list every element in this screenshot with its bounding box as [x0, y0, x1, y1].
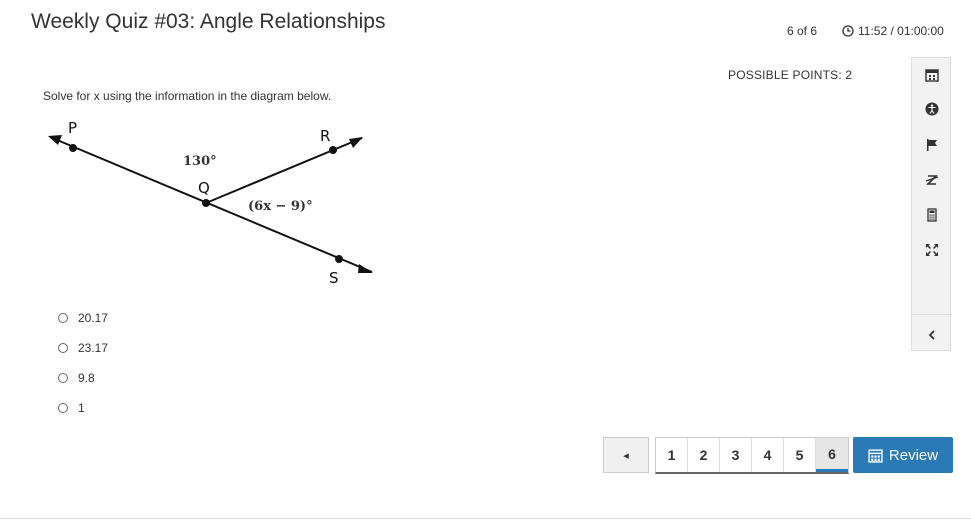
flag-tool[interactable]	[912, 128, 952, 162]
choice-1[interactable]: 20.17	[58, 303, 108, 333]
question-pager: ◂ 1 2 3 4 5 6 Review	[603, 437, 953, 474]
choice-2[interactable]: 23.17	[58, 333, 108, 363]
strikethrough-icon	[925, 175, 939, 185]
timer: 11:52 / 01:00:00	[842, 24, 944, 38]
quiz-title: Weekly Quiz #03: Angle Relationships	[31, 10, 386, 33]
angle-label-130: 130°	[183, 154, 217, 169]
label-q: Q	[198, 179, 210, 197]
radio-button[interactable]	[58, 343, 68, 353]
page-button-1[interactable]: 1	[656, 438, 688, 472]
calculator-icon	[927, 208, 937, 222]
radio-button[interactable]	[58, 373, 68, 383]
calendar-icon	[868, 448, 883, 463]
review-label: Review	[888, 446, 939, 464]
choice-label: 1	[78, 401, 85, 415]
review-button[interactable]: Review	[853, 437, 953, 473]
choice-label: 23.17	[78, 341, 109, 355]
timer-text: 11:52 / 01:00:00	[858, 24, 944, 38]
page-button-6[interactable]: 6	[816, 438, 848, 472]
question-prompt: Solve for x using the information in the…	[43, 89, 332, 103]
label-p: P	[68, 119, 77, 137]
strikethrough-tool[interactable]	[912, 162, 952, 196]
label-s: S	[329, 269, 339, 287]
accessibility-icon	[925, 102, 939, 116]
accessibility-tool[interactable]	[912, 92, 952, 126]
chevron-left-icon	[928, 330, 935, 340]
calendar-tool[interactable]	[912, 58, 952, 92]
footer-divider	[0, 518, 971, 519]
radio-button[interactable]	[58, 313, 68, 323]
answer-choices: 20.17 23.17 9.8 1	[58, 303, 108, 423]
previous-button[interactable]: ◂	[603, 437, 649, 473]
page-button-3[interactable]: 3	[720, 438, 752, 472]
page-button-5[interactable]: 5	[784, 438, 816, 472]
question-counter: 6 of 6	[787, 24, 818, 38]
radio-button[interactable]	[58, 403, 68, 413]
page-button-2[interactable]: 2	[688, 438, 720, 472]
angle-diagram: P R Q S 130° (6x − 9)°	[48, 119, 373, 287]
choice-label: 20.17	[78, 311, 109, 325]
angle-label-expression: (6x − 9)°	[248, 199, 313, 214]
side-toolbar	[911, 57, 952, 352]
clock-icon	[842, 25, 854, 37]
collapse-toolbar-button[interactable]	[912, 318, 952, 352]
toolbar-divider	[912, 314, 952, 315]
page-buttons: 1 2 3 4 5 6	[655, 437, 849, 474]
calculator-tool[interactable]	[912, 198, 952, 232]
choice-3[interactable]: 9.8	[58, 363, 108, 393]
possible-points: POSSIBLE POINTS: 2	[728, 68, 853, 82]
choice-label: 9.8	[78, 371, 95, 385]
expand-icon	[926, 244, 938, 256]
choice-4[interactable]: 1	[58, 393, 108, 423]
page-button-4[interactable]: 4	[752, 438, 784, 472]
label-r: R	[320, 127, 330, 145]
calendar-icon	[925, 69, 939, 82]
flag-icon	[927, 139, 937, 151]
caret-left-icon: ◂	[623, 449, 629, 462]
expand-tool[interactable]	[912, 233, 952, 267]
